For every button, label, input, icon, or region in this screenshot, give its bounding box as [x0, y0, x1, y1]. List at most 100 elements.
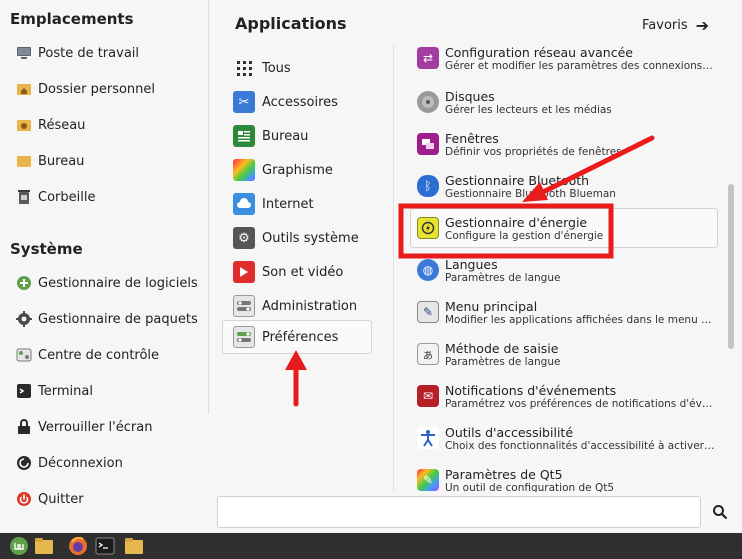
category-administration[interactable]: Administration [222, 290, 372, 322]
apps-list: ⇄ Configuration réseau avancée Gérer et m… [393, 44, 723, 492]
favorites-label: Favoris [642, 18, 688, 33]
place-home[interactable]: Dossier personnel [8, 74, 204, 104]
favorites-link[interactable]: Favoris ➔ [642, 16, 709, 35]
app-item-notifications[interactable]: ✉ Notifications d'événements Paramétrez v… [410, 376, 718, 416]
place-network[interactable]: Réseau [8, 110, 204, 140]
terminal-icon [16, 383, 32, 399]
search-icon[interactable] [708, 500, 732, 524]
network-folder-icon [16, 117, 32, 133]
disk-icon [417, 91, 439, 113]
power-icon [16, 491, 32, 507]
system-label: Verrouiller l'écran [38, 419, 153, 435]
app-item-bluetooth[interactable]: ᛒ Gestionnaire Bluetooth Gestionnaire Blu… [410, 166, 718, 206]
office-icon [233, 125, 255, 147]
power-manager-icon [417, 217, 439, 239]
menu-editor-icon: ✎ [417, 301, 439, 323]
scrollbar-thumb[interactable] [728, 184, 734, 349]
qt5-icon: ✎ [417, 469, 439, 491]
system-package-manager[interactable]: Gestionnaire de paquets [8, 304, 204, 334]
category-label: Bureau [262, 128, 309, 144]
category-label: Graphisme [262, 162, 333, 178]
category-preferences[interactable]: Préférences [222, 320, 372, 354]
app-desc: Choix des fonctionnalités d'accessibilit… [445, 439, 715, 452]
app-name: Configuration réseau avancée [445, 44, 633, 60]
taskbar [0, 533, 742, 559]
app-name: Gestionnaire d'énergie [445, 214, 588, 230]
applications-title: Applications [235, 14, 347, 33]
category-internet[interactable]: Internet [222, 188, 372, 220]
system-label: Quitter [38, 491, 84, 507]
app-name: Paramètres de Qt5 [445, 466, 563, 482]
category-label: Son et vidéo [262, 264, 344, 280]
computer-icon [16, 45, 32, 61]
places-title: Emplacements [10, 10, 134, 28]
app-item-qt5[interactable]: ✎ Paramètres de Qt5 Un outil de configura… [410, 460, 718, 492]
place-computer[interactable]: Poste de travail [8, 38, 204, 68]
files-icon[interactable] [33, 535, 55, 557]
category-label: Préférences [262, 329, 339, 345]
app-desc: Modifier les applications affichées dans… [445, 313, 712, 326]
app-desc: Paramétrez vos préférences de notificati… [445, 397, 715, 410]
system-software-manager[interactable]: Gestionnaire de logiciels [8, 268, 204, 298]
bluetooth-icon: ᛒ [417, 175, 439, 197]
category-sound-video[interactable]: Son et vidéo [222, 256, 372, 288]
category-label: Internet [262, 196, 314, 212]
folder-icon[interactable] [123, 535, 145, 557]
windows-icon [417, 133, 439, 155]
system-label: Déconnexion [38, 455, 123, 471]
place-desktop[interactable]: Bureau [8, 146, 204, 176]
search-input[interactable] [217, 496, 701, 528]
desktop-folder-icon [16, 153, 32, 169]
app-desc: Paramètres de langue [445, 271, 561, 284]
input-method-icon: あ [417, 343, 439, 365]
system-control-center[interactable]: Centre de contrôle [8, 340, 204, 370]
apps-scrollbar[interactable] [727, 44, 735, 490]
trash-icon [16, 189, 32, 205]
app-item-windows[interactable]: Fenêtres Définir vos propriétés de fenêtr… [410, 124, 718, 164]
system-quit[interactable]: Quitter [8, 484, 204, 514]
toggles-icon [233, 295, 255, 317]
app-item-languages[interactable]: ◍ Langues Paramètres de langue [410, 250, 718, 290]
terminal-icon[interactable] [94, 535, 116, 557]
mint-menu-icon[interactable] [8, 535, 30, 557]
place-trash[interactable]: Corbeille [8, 182, 204, 212]
scissors-icon: ✂ [233, 91, 255, 113]
app-name: Disques [445, 88, 495, 104]
app-name: Menu principal [445, 298, 538, 314]
app-name: Langues [445, 256, 498, 272]
category-label: Administration [262, 298, 358, 314]
app-item-power-manager[interactable]: Gestionnaire d'énergie Configure la gesti… [410, 208, 718, 248]
gear-icon: ⚙ [233, 227, 255, 249]
system-logout[interactable]: Déconnexion [8, 448, 204, 478]
preferences-toggle-icon [233, 326, 255, 348]
app-item-input-method[interactable]: あ Méthode de saisie Paramètres de langue [410, 334, 718, 374]
category-label: Outils système [262, 230, 359, 246]
package-manager-icon [16, 311, 32, 327]
lock-icon [16, 419, 32, 435]
app-name: Fenêtres [445, 130, 499, 146]
category-all[interactable]: Tous [222, 52, 372, 84]
app-name: Outils d'accessibilité [445, 424, 574, 440]
app-item-disks[interactable]: Disques Gérer les lecteurs et les médias [410, 82, 718, 122]
app-name: Notifications d'événements [445, 382, 617, 398]
place-label: Bureau [38, 153, 85, 169]
panel-divider [208, 0, 209, 414]
category-accessories[interactable]: ✂ Accessoires [222, 86, 372, 118]
app-item-main-menu[interactable]: ✎ Menu principal Modifier les application… [410, 292, 718, 332]
system-terminal[interactable]: Terminal [8, 376, 204, 406]
play-icon [233, 261, 255, 283]
system-title: Système [10, 240, 83, 258]
category-graphics[interactable]: Graphisme [222, 154, 372, 186]
app-item-accessibility[interactable]: Outils d'accessibilité Choix des fonction… [410, 418, 718, 458]
language-icon: ◍ [417, 259, 439, 281]
home-folder-icon [16, 81, 32, 97]
system-label: Gestionnaire de paquets [38, 311, 198, 327]
firefox-icon[interactable] [67, 535, 89, 557]
app-desc: Gestionnaire Bluetooth Blueman [445, 187, 616, 200]
place-label: Réseau [38, 117, 86, 133]
system-label: Terminal [38, 383, 93, 399]
system-lock-screen[interactable]: Verrouiller l'écran [8, 412, 204, 442]
category-system-tools[interactable]: ⚙ Outils système [222, 222, 372, 254]
app-item-network-config[interactable]: ⇄ Configuration réseau avancée Gérer et m… [410, 44, 718, 78]
category-office[interactable]: Bureau [222, 120, 372, 152]
